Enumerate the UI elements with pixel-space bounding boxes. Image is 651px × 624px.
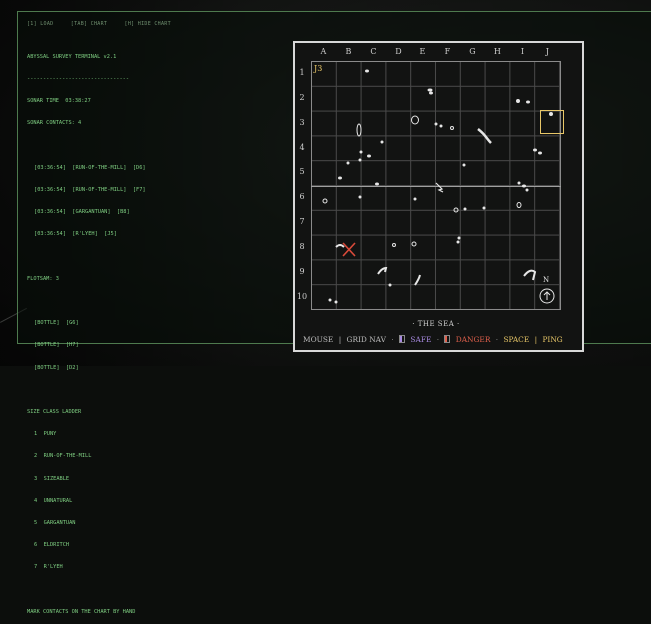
flotsam-line: FLOTSAM: 3 (27, 275, 59, 282)
sonar-contacts-count: 4 (78, 120, 82, 127)
terminal-title: ABYSSAL SURVEY TERMINAL v2.1 (27, 53, 117, 60)
legend-grid-nav: GRID NAV (346, 335, 386, 344)
danger-key-icon (444, 335, 451, 343)
tab-chart[interactable]: [TAB] CHART (71, 21, 107, 27)
row-label: 4 (299, 143, 305, 152)
ladder-item: 5 GARGANTUAN (34, 520, 76, 527)
legend-bar: MOUSE | GRID NAV · SAFE · DANGER · SPACE… (303, 335, 563, 344)
top-tabs: [1] LOAD [TAB] CHART [H] HIDE CHART (27, 21, 185, 27)
horizon-line (311, 186, 561, 187)
row-label: 5 (299, 167, 305, 176)
column-label: A (320, 47, 327, 56)
sonar-time-value: 03:38:27 (65, 98, 91, 105)
legend-danger: DANGER (455, 335, 491, 344)
contact-row: [03:36:54] [R'LYEH] [J5] (34, 231, 117, 238)
sonar-time-line: SONAR TIME 03:38:27 (27, 98, 91, 105)
ladder-item: 7 R'LYEH (34, 564, 63, 571)
ladder-item: 1 PUNY (34, 431, 57, 438)
compass-north-label: N (543, 276, 550, 284)
row-label: 3 (299, 118, 305, 127)
ladder-item: 3 SIZEABLE (34, 475, 70, 482)
column-label: H (493, 47, 501, 56)
map-title: · THE SEA · (412, 320, 460, 328)
ladder-item: 2 RUN-OF-THE-MILL (34, 453, 92, 460)
column-label: B (345, 47, 352, 56)
row-label: 9 (299, 267, 305, 276)
legend-ping: PING (542, 335, 563, 344)
contact-row: [03:36:54] [RUN-OF-THE-MILL] [F7] (34, 187, 146, 194)
row-label: 8 (299, 242, 305, 251)
column-label: D (395, 47, 402, 56)
terminal-output: ABYSSAL SURVEY TERMINAL v2.1 -----------… (27, 39, 277, 624)
terminal-instruction: MARK CONTACTS ON THE CHART BY HAND (27, 608, 136, 615)
column-label: G (469, 47, 476, 56)
ladder-title: SIZE CLASS LADDER (27, 409, 82, 416)
safe-key-icon (399, 335, 406, 343)
row-label: 10 (296, 292, 308, 301)
selected-cell[interactable] (540, 110, 564, 134)
terminal-divider: -------------------------------- (27, 76, 130, 83)
bottle-row: [BOTTLE] [G6] (34, 320, 79, 327)
row-label: 2 (299, 93, 305, 102)
row-label: 1 (299, 68, 305, 77)
column-label: C (370, 47, 377, 56)
cursor-cell-label: J3 (314, 64, 323, 73)
column-label: F (444, 47, 451, 56)
sonar-contacts-line: SONAR CONTACTS: 4 (27, 120, 82, 127)
ladder-item: 6 ELDRITCH (34, 542, 70, 549)
tab-load[interactable]: [1] LOAD (27, 21, 53, 27)
column-label: I (520, 47, 524, 56)
row-label: 6 (299, 192, 305, 201)
legend-space: SPACE (503, 335, 530, 344)
bottle-row: [BOTTLE] [H7] (34, 342, 79, 349)
column-label: J (545, 47, 549, 56)
column-label: E (419, 47, 426, 56)
ladder-item: 4 UNNATURAL (34, 497, 73, 504)
row-label: 7 (299, 217, 305, 226)
contact-row: [03:36:54] [RUN-OF-THE-MILL] [D6] (34, 164, 146, 171)
flotsam-count: 3 (55, 275, 59, 282)
legend-safe: SAFE (410, 335, 432, 344)
legend-mouse: MOUSE (303, 335, 334, 344)
contact-row: [03:36:54] [GARGANTUAN] [B8] (34, 209, 130, 216)
tab-hide-chart[interactable]: [H] HIDE CHART (125, 21, 171, 27)
